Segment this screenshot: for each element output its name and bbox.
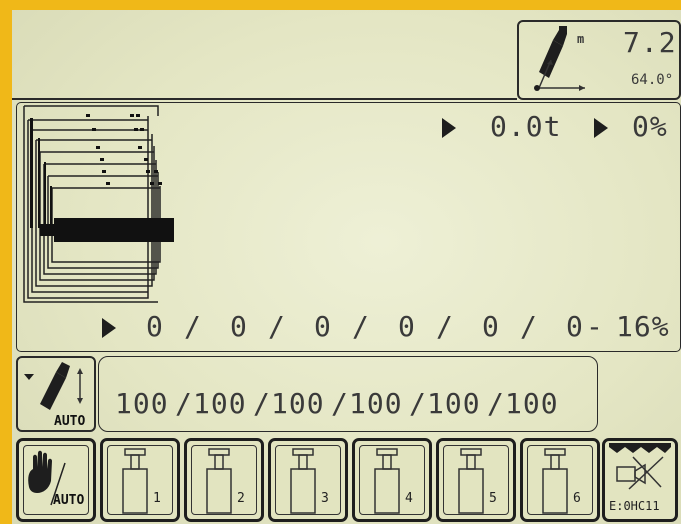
cylinder-icon: [542, 448, 568, 514]
cylinder-5-button[interactable]: 5: [436, 438, 516, 522]
cylinder-4-button[interactable]: 4: [352, 438, 432, 522]
boom-angle-value: 64.0°: [631, 72, 674, 88]
section-separator: /: [352, 310, 370, 343]
cylinder-number: 1: [153, 491, 161, 506]
crane-boom-angle-icon: [534, 26, 585, 91]
manual-auto-label: AUTO: [53, 493, 85, 508]
error-code: E:0HC11: [609, 499, 660, 513]
telescope-separator: /: [409, 387, 427, 420]
lcd-screen: m 7.2 64.0° 0.0t 0% 0 / 0 / 0 / 0 / 0 / …: [12, 10, 681, 524]
sections-total-percent: 16%: [616, 310, 670, 343]
cylinder-number: 3: [321, 491, 329, 506]
cylinder-icon: [458, 448, 484, 514]
cylinder-number: 6: [573, 491, 581, 506]
boom-length-value: 7.2: [623, 26, 677, 59]
telescope-separator: /: [487, 387, 505, 420]
telescope-value: 100: [505, 387, 559, 420]
telescope-mode-label: AUTO: [54, 414, 86, 429]
section-value: 0: [398, 310, 416, 343]
top-divider: [12, 98, 517, 100]
cylinder-6-button[interactable]: 6: [520, 438, 600, 522]
cylinder-number: 2: [237, 491, 245, 506]
section-value: 0: [566, 310, 584, 343]
section-separator: /: [184, 310, 202, 343]
percent-pointer-icon: [594, 118, 608, 138]
telescope-auto-button[interactable]: AUTO: [16, 356, 96, 432]
cylinder-3-button[interactable]: 3: [268, 438, 348, 522]
section-value: 0: [146, 310, 164, 343]
section-separator: /: [520, 310, 538, 343]
telescope-value: 100: [427, 387, 481, 420]
telescope-separator: /: [331, 387, 349, 420]
sections-pointer-icon: [102, 318, 116, 338]
section-value: 0: [314, 310, 332, 343]
boom-sections-diagram: [23, 105, 174, 303]
section-value: 0: [482, 310, 500, 343]
telescope-separator: /: [175, 387, 193, 420]
section-value: 0: [230, 310, 248, 343]
cylinder-icon: [290, 448, 316, 514]
load-value: 0.0t: [490, 110, 562, 143]
telescope-value: 100: [115, 387, 169, 420]
cylinder-1-button[interactable]: 1: [100, 438, 180, 522]
error-x-icon: [609, 443, 671, 490]
load-percent-value: 0%: [632, 110, 668, 143]
cylinder-number: 4: [405, 491, 413, 506]
manual-auto-button[interactable]: AUTO: [16, 438, 96, 522]
boom-unit-label: m: [577, 32, 585, 46]
telescope-separator: /: [253, 387, 271, 420]
section-separator: /: [268, 310, 286, 343]
section-separator: /: [436, 310, 454, 343]
cylinder-icon: [374, 448, 400, 514]
section-dash: -: [586, 310, 604, 343]
telescope-value: 100: [349, 387, 403, 420]
cylinder-icon: [206, 448, 232, 514]
telescope-values-panel: 100 / 100 / 100 / 100 / 100 / 100: [98, 356, 598, 432]
cylinder-number: 5: [489, 491, 497, 506]
error-button[interactable]: E:0HC11: [602, 438, 678, 522]
cylinder-icon: [122, 448, 148, 514]
telescope-value: 100: [193, 387, 247, 420]
load-pointer-icon: [442, 118, 456, 138]
telescope-value: 100: [271, 387, 325, 420]
boom-extend-auto-icon: [24, 362, 83, 410]
cylinder-2-button[interactable]: 2: [184, 438, 264, 522]
sections-row: 0 / 0 / 0 / 0 / 0 / 0 - 16%: [146, 310, 676, 346]
boom-info-panel: m 7.2 64.0°: [517, 20, 681, 100]
